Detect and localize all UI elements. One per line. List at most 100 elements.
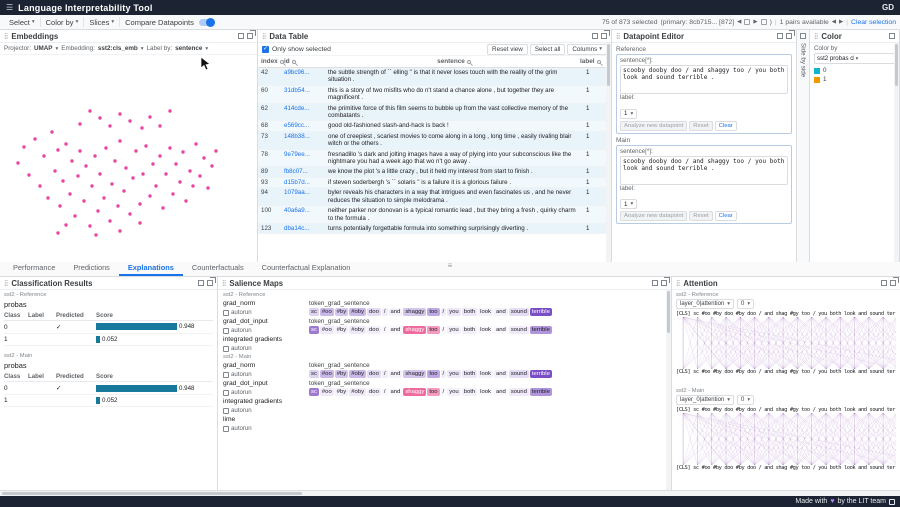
cell-id[interactable]: 414cde... [284, 105, 328, 120]
label-select[interactable]: 1▾ [620, 109, 637, 119]
prev-pair-button[interactable]: ◀ [832, 19, 836, 25]
maximize-icon[interactable] [652, 280, 658, 286]
resize-handle-icon[interactable]: ≡ [448, 261, 453, 270]
cell-id[interactable]: e569cc... [284, 122, 328, 129]
scatter-point[interactable] [140, 126, 143, 129]
scatter-point[interactable] [98, 116, 101, 119]
scatter-point[interactable] [141, 172, 144, 175]
maximize-icon[interactable] [238, 33, 244, 39]
scatter-point[interactable] [168, 146, 171, 149]
scatter-point[interactable] [210, 164, 213, 167]
autorun-checkbox[interactable] [223, 328, 229, 334]
scatter-point[interactable] [68, 192, 71, 195]
favorite-datapoint-icon[interactable] [761, 19, 767, 25]
table-row[interactable]: 62414cde...the primitive force of this f… [258, 104, 606, 122]
drag-handle-icon[interactable]: ⣿ [616, 33, 620, 40]
cell-id[interactable]: d15b7d... [284, 179, 328, 186]
scrollbar-thumb[interactable] [2, 492, 302, 495]
table-row[interactable]: 10040a6a9...neither parker nor donovan i… [258, 206, 606, 224]
compare-datapoints-toggle[interactable]: Compare Datapoints [120, 17, 219, 27]
pin-datapoint-icon[interactable] [744, 19, 750, 25]
scatter-point[interactable] [122, 189, 125, 192]
popout-icon[interactable] [207, 280, 213, 286]
sentence-input[interactable] [620, 65, 788, 94]
scatter-point[interactable] [161, 206, 164, 209]
maximize-icon[interactable] [889, 33, 895, 39]
tab-counterfactuals[interactable]: Counterfactuals [183, 261, 253, 276]
scatter-point[interactable] [174, 162, 177, 165]
attention-layer-select[interactable]: layer_0|attention▾ [676, 395, 734, 405]
scatter-point[interactable] [84, 164, 87, 167]
scatter-point[interactable] [61, 179, 64, 182]
scatter-point[interactable] [93, 154, 96, 157]
scatter-point[interactable] [50, 130, 53, 133]
scatter-point[interactable] [113, 159, 116, 162]
scatter-point[interactable] [56, 231, 59, 234]
scatter-point[interactable] [118, 112, 121, 115]
colorby-select[interactable]: sst2 probas class▾ [814, 53, 895, 64]
search-icon[interactable] [292, 60, 296, 64]
attention-head-select[interactable]: 0▾ [737, 395, 754, 405]
only-show-selected-checkbox[interactable]: ✓ [262, 46, 269, 53]
scatter-point[interactable] [78, 149, 81, 152]
tab-predictions[interactable]: Predictions [64, 261, 119, 276]
scrollbar-thumb[interactable] [607, 44, 610, 86]
scatter-point[interactable] [134, 149, 137, 152]
drag-handle-icon[interactable]: ⣿ [4, 33, 8, 40]
scatter-point[interactable] [82, 199, 85, 202]
table-row[interactable]: 89fb8c07...we know the plot 's a little … [258, 167, 606, 177]
next-datapoint-button[interactable]: ▶ [753, 19, 757, 25]
scatter-point[interactable] [27, 173, 30, 176]
scatter-point[interactable] [188, 169, 191, 172]
sentence-input[interactable] [620, 156, 788, 185]
reset-view-button[interactable]: Reset view [487, 44, 528, 55]
autorun-checkbox[interactable] [223, 408, 229, 414]
drag-handle-icon[interactable]: ⣿ [676, 280, 680, 287]
maximize-icon[interactable] [777, 33, 783, 39]
scatter-point[interactable] [94, 233, 97, 236]
scatter-point[interactable] [108, 124, 111, 127]
scatter-point[interactable] [64, 142, 67, 145]
scatter-point[interactable] [131, 176, 134, 179]
scatter-point[interactable] [118, 229, 121, 232]
table-row[interactable]: 123dba14c...turns potentially forgettabl… [258, 224, 606, 234]
scatter-point[interactable] [116, 204, 119, 207]
scatter-point[interactable] [128, 119, 131, 122]
vertical-scrollbar[interactable] [606, 43, 611, 262]
scatter-point[interactable] [214, 149, 217, 152]
scatter-point[interactable] [202, 156, 205, 159]
next-pair-button[interactable]: ▶ [839, 19, 843, 25]
slices-menu[interactable]: Slices▾ [84, 17, 120, 27]
scatter-point[interactable] [102, 196, 105, 199]
reset-button[interactable]: Reset [689, 121, 712, 131]
scatter-point[interactable] [16, 161, 19, 164]
scatter-point[interactable] [78, 122, 81, 125]
maximize-icon[interactable] [881, 280, 887, 286]
horizontal-scrollbar[interactable] [0, 490, 900, 496]
scatter-point[interactable] [168, 109, 171, 112]
tab-performance[interactable]: Performance [4, 261, 64, 276]
column-header-index[interactable]: index↕ [258, 58, 284, 65]
cell-id[interactable]: 148b38... [284, 133, 328, 148]
scatter-point[interactable] [151, 162, 154, 165]
drag-handle-icon[interactable]: ⣿ [814, 33, 818, 40]
table-row[interactable]: 93d15b7d...if steven soderbergh 's `` so… [258, 178, 606, 188]
cell-id[interactable]: 31db54... [284, 87, 328, 102]
embedding-select[interactable]: sst2:cls_emb [98, 45, 138, 52]
scatter-point[interactable] [90, 184, 93, 187]
autorun-checkbox[interactable] [223, 390, 229, 396]
analyze-new-datapoint-button[interactable]: Analyze new datapoint [620, 121, 687, 131]
vertical-scrollbar[interactable] [666, 290, 671, 490]
scrollbar-thumb[interactable] [667, 291, 670, 333]
vertical-scrollbar[interactable] [894, 43, 899, 262]
drag-handle-icon[interactable]: ⣿ [262, 33, 266, 40]
menu-icon[interactable]: ☰ [6, 3, 13, 12]
scatter-point[interactable] [118, 139, 121, 142]
scatter-point[interactable] [148, 194, 151, 197]
toggle-switch[interactable] [199, 19, 214, 26]
scatter-point[interactable] [22, 145, 25, 148]
scatter-point[interactable] [46, 196, 49, 199]
scatter-point[interactable] [206, 186, 209, 189]
scatter-point[interactable] [64, 223, 67, 226]
tab-counterfactual-explanation[interactable]: Counterfactual Explanation [253, 261, 360, 276]
